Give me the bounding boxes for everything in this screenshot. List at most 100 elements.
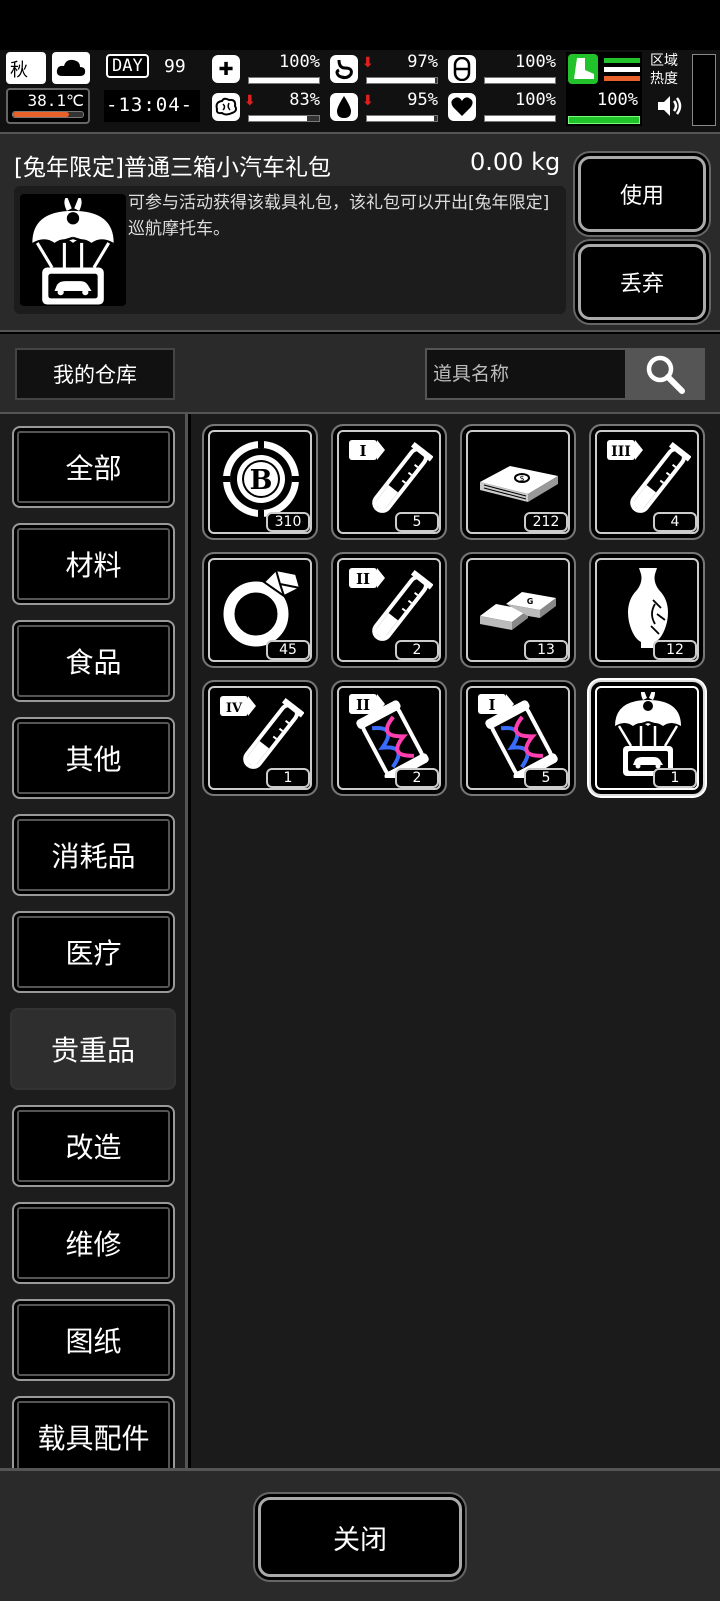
car-airdrop-icon — [20, 194, 126, 307]
warehouse-search-row: 我的仓库 — [0, 334, 720, 414]
use-button[interactable]: 使用 — [578, 156, 706, 232]
item-count: 4 — [653, 512, 697, 532]
diamond-ring-icon — [223, 568, 302, 647]
category-consumables[interactable]: 消耗品 — [12, 814, 175, 896]
test-tube-tier-4-icon: IV — [220, 695, 304, 775]
item-weight: 0.00 kg — [470, 148, 561, 176]
vase-icon — [628, 568, 668, 648]
heart-stat: 100% — [448, 90, 560, 126]
svg-text:G: G — [527, 597, 534, 606]
item-name-search-input[interactable] — [425, 348, 625, 400]
svg-text:$: $ — [519, 474, 524, 483]
item-slot-test-tube-3[interactable]: III 4 — [589, 424, 705, 540]
test-tube-tier-3-icon: III — [607, 439, 691, 519]
category-vehicle-parts[interactable]: 载具配件 — [12, 1396, 175, 1468]
category-blueprints[interactable]: 图纸 — [12, 1299, 175, 1381]
thirst-bar — [366, 115, 438, 122]
test-tube-tier-1-icon: I — [349, 439, 433, 519]
my-warehouse-button[interactable]: 我的仓库 — [15, 348, 175, 400]
category-sidebar: 全部 材料 食品 其他 消耗品 医疗 贵重品 改造 维修 图纸 载具配件 — [0, 414, 188, 1468]
stomach-bar — [366, 77, 438, 84]
heart-icon — [448, 93, 476, 121]
weather-cloud-icon — [52, 52, 90, 84]
stomach-stat: ⬇ 97% — [330, 52, 442, 88]
day-label: DAY — [106, 54, 149, 78]
thirst-stat: ⬇ 95% — [330, 90, 442, 126]
day-box: DAY 99 — [106, 52, 198, 86]
zone-heat[interactable]: 区域 热度 — [650, 52, 690, 126]
stomach-icon — [330, 55, 358, 83]
item-description-box: 可参与活动获得该载具礼包，该礼包可以开出[兔年限定]巡航摩托车。 — [14, 186, 566, 314]
stamina-bar — [484, 77, 556, 84]
item-slot-dna-capsule-1[interactable]: I 5 — [460, 680, 576, 796]
category-medical[interactable]: 医疗 — [12, 911, 175, 993]
item-info-panel: [兔年限定]普通三箱小汽车礼包 0.00 kg 可参与活动获得该载具礼包，该礼包… — [0, 132, 720, 332]
item-count: 1 — [653, 768, 697, 788]
equipment-bar — [568, 116, 640, 124]
svg-text:II: II — [356, 696, 370, 714]
item-grid: B 310 I 5 $ 212 III 4 45 II 2 G 13 12 IV… — [191, 414, 720, 1468]
category-food[interactable]: 食品 — [12, 620, 175, 702]
item-slot-gold-bars[interactable]: G 13 — [460, 552, 576, 668]
item-count: 13 — [524, 640, 568, 660]
category-other[interactable]: 其他 — [12, 717, 175, 799]
search-icon[interactable] — [625, 348, 705, 400]
item-slot-b-coin[interactable]: B 310 — [202, 424, 318, 540]
category-materials[interactable]: 材料 — [12, 523, 175, 605]
brain-icon — [212, 93, 240, 121]
gold-bars-icon: G — [480, 592, 556, 630]
svg-text:I: I — [488, 696, 495, 714]
item-slot-test-tube-1[interactable]: I 5 — [331, 424, 447, 540]
category-modification[interactable]: 改造 — [12, 1105, 175, 1187]
svg-text:I: I — [359, 442, 366, 460]
item-count: 2 — [395, 640, 439, 660]
svg-text:B: B — [250, 465, 273, 496]
zone-heat-meter — [692, 54, 716, 126]
item-slot-dna-capsule-2[interactable]: II 2 — [331, 680, 447, 796]
health-bar — [248, 77, 320, 84]
footer-bar: 关闭 — [0, 1468, 720, 1601]
item-count: 45 — [266, 640, 310, 660]
day-number: 99 — [164, 56, 186, 77]
item-count: 12 — [653, 640, 697, 660]
mental-decrease-arrow: ⬇ — [244, 93, 256, 109]
svg-text:II: II — [356, 570, 370, 588]
mental-stat: ⬇ 83% — [212, 90, 324, 126]
category-valuables[interactable]: 贵重品 — [10, 1008, 176, 1090]
category-all[interactable]: 全部 — [12, 426, 175, 508]
mental-bar — [248, 115, 320, 122]
item-count: 310 — [266, 512, 310, 532]
season-box: 秋 — [6, 52, 46, 84]
category-repair[interactable]: 维修 — [12, 1202, 175, 1284]
thirst-decrease-arrow: ⬇ — [362, 93, 374, 109]
discard-button[interactable]: 丢弃 — [578, 244, 706, 320]
item-slot-car-airdrop[interactable]: 1 — [589, 680, 705, 796]
item-count: 212 — [524, 512, 568, 532]
speaker-icon[interactable] — [656, 94, 684, 118]
cash-stack-icon: $ — [480, 466, 558, 502]
health-stat: ✚ 100% — [212, 52, 324, 88]
temperature-readout: 38.1℃ — [6, 88, 90, 124]
item-slot-vase[interactable]: 12 — [589, 552, 705, 668]
close-button[interactable]: 关闭 — [258, 1497, 462, 1577]
item-slot-test-tube-4[interactable]: IV 1 — [202, 680, 318, 796]
item-slot-test-tube-2[interactable]: II 2 — [331, 552, 447, 668]
temperature-bar — [12, 111, 84, 118]
dna-capsule-tier-1-icon: I — [478, 694, 562, 778]
item-slot-cash[interactable]: $ 212 — [460, 424, 576, 540]
armor-stripes-icon — [604, 56, 640, 84]
b-coin-icon: B — [222, 440, 300, 518]
item-count: 1 — [266, 768, 310, 788]
svg-text:III: III — [611, 444, 631, 460]
medkit-icon: ✚ — [212, 55, 240, 83]
water-drop-icon — [330, 93, 358, 121]
boot-icon — [568, 54, 598, 84]
status-hud: 秋 38.1℃ DAY 99 -13:04- ✚ 100% ⬇ 97% 100% — [0, 50, 720, 132]
car-airdrop-icon — [613, 692, 683, 778]
stamina-stat: 100% — [448, 52, 560, 88]
item-slot-ring[interactable]: 45 — [202, 552, 318, 668]
test-tube-tier-2-icon: II — [349, 567, 433, 647]
equipment-status: 100% — [566, 52, 642, 126]
item-description: 可参与活动获得该载具礼包，该礼包可以开出[兔年限定]巡航摩托车。 — [128, 193, 550, 239]
svg-text:IV: IV — [226, 701, 243, 716]
